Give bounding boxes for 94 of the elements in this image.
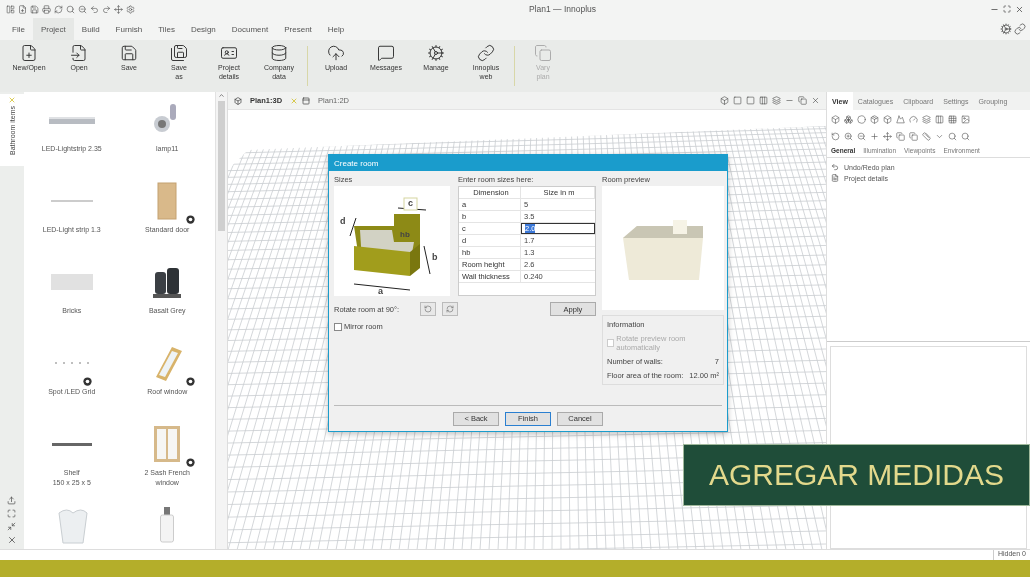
open-file-icon bbox=[70, 44, 88, 62]
new-file-icon bbox=[20, 44, 38, 62]
link-icon[interactable] bbox=[1014, 23, 1026, 35]
columns-icon[interactable] bbox=[935, 115, 944, 124]
copy-icon[interactable] bbox=[896, 132, 905, 141]
rotate-right-icon bbox=[446, 305, 454, 313]
close-icon[interactable] bbox=[7, 535, 17, 545]
menu-tab[interactable]: Design bbox=[182, 18, 224, 40]
rotate-left-icon bbox=[424, 305, 432, 313]
scrollbar[interactable] bbox=[215, 92, 227, 549]
circle-icon[interactable] bbox=[857, 115, 866, 124]
columns-icon[interactable] bbox=[759, 96, 768, 105]
rotate-icon[interactable] bbox=[831, 132, 840, 141]
redo-icon[interactable] bbox=[102, 4, 111, 14]
cube-icon[interactable] bbox=[883, 115, 892, 124]
dimension-label: a bbox=[378, 286, 383, 296]
restore-icon[interactable] bbox=[798, 96, 807, 105]
move-icon[interactable] bbox=[114, 4, 123, 14]
floppy-disks-icon bbox=[170, 44, 188, 62]
printer-icon[interactable] bbox=[42, 4, 51, 14]
move-icon[interactable] bbox=[883, 132, 892, 141]
square-icon[interactable] bbox=[746, 96, 755, 105]
message-icon bbox=[377, 44, 395, 62]
line-strip-icon bbox=[50, 200, 93, 202]
chevron-up-icon[interactable] bbox=[218, 92, 225, 99]
undo-icon[interactable] bbox=[90, 4, 99, 14]
menu-tab[interactable]: Document bbox=[223, 18, 277, 40]
menu-tab[interactable]: Build bbox=[73, 18, 108, 40]
link-icon bbox=[477, 44, 495, 62]
copy-icon bbox=[534, 44, 552, 62]
settings-icon[interactable] bbox=[126, 4, 135, 14]
frame-icon[interactable] bbox=[7, 509, 16, 518]
cube-icon[interactable] bbox=[831, 115, 840, 124]
image-icon[interactable] bbox=[961, 115, 970, 124]
rotate-right-button[interactable] bbox=[442, 302, 458, 316]
database-icon bbox=[270, 44, 288, 62]
window-title: Plan1 — Innoplus bbox=[527, 4, 598, 14]
gear-icon bbox=[427, 44, 445, 62]
gear-icon[interactable] bbox=[1000, 23, 1012, 35]
export-icon[interactable] bbox=[7, 496, 16, 505]
gear-icon bbox=[81, 376, 93, 387]
gauge-icon[interactable] bbox=[909, 115, 918, 124]
dimension-label: hb bbox=[400, 230, 410, 239]
menu-tab[interactable]: Present bbox=[276, 18, 320, 40]
menu-tab[interactable]: Project bbox=[32, 18, 74, 40]
cube-icon[interactable] bbox=[720, 96, 729, 105]
panel-icon[interactable] bbox=[6, 4, 15, 14]
zoom-out-icon[interactable] bbox=[857, 132, 866, 141]
rotate-left-button[interactable] bbox=[420, 302, 436, 316]
layers-icon[interactable] bbox=[772, 96, 781, 105]
plus-icon[interactable] bbox=[870, 132, 879, 141]
dimension-label: d bbox=[340, 216, 346, 226]
menu-tab[interactable]: Furnish bbox=[107, 18, 151, 40]
menu-tab[interactable]: File bbox=[4, 18, 33, 40]
document-icon bbox=[831, 174, 839, 182]
scrollbar-thumb[interactable] bbox=[218, 101, 225, 231]
dimension-label: c bbox=[408, 198, 413, 208]
cubes-icon[interactable] bbox=[844, 115, 853, 124]
menu-tab[interactable]: Tiles bbox=[150, 18, 183, 40]
caret-icon[interactable] bbox=[935, 132, 944, 141]
layers-icon[interactable] bbox=[922, 115, 931, 124]
bottle-icon bbox=[160, 507, 175, 543]
dimension-label: b bbox=[432, 252, 438, 262]
menu-tab[interactable]: Help bbox=[319, 18, 353, 40]
collapse-icon[interactable] bbox=[7, 522, 16, 531]
search-icon[interactable] bbox=[948, 132, 957, 141]
light-strip-icon bbox=[48, 116, 95, 124]
checkbox[interactable] bbox=[334, 322, 342, 331]
dialog-title: Create room bbox=[329, 155, 727, 171]
id-card-icon bbox=[220, 44, 238, 62]
copy-icon[interactable] bbox=[909, 132, 918, 141]
caption-banner: AGREGAR MEDIDAS bbox=[683, 444, 1030, 506]
square-icon bbox=[302, 96, 311, 105]
gear-icon bbox=[185, 376, 197, 387]
undo-icon bbox=[831, 163, 839, 171]
gear-icon bbox=[185, 214, 197, 225]
new-file-icon[interactable] bbox=[18, 4, 27, 14]
maximize-icon[interactable] bbox=[1003, 5, 1011, 13]
package-icon[interactable] bbox=[870, 115, 879, 124]
gear-icon bbox=[185, 457, 197, 468]
close-icon[interactable] bbox=[1015, 4, 1024, 14]
search-icon[interactable] bbox=[66, 4, 75, 14]
mountain-icon[interactable] bbox=[896, 115, 905, 124]
zoom-out-icon[interactable] bbox=[78, 4, 87, 14]
zoom-in-icon[interactable] bbox=[844, 132, 853, 141]
close-icon[interactable] bbox=[811, 96, 820, 105]
ruler-icon[interactable] bbox=[922, 132, 931, 141]
refresh-icon[interactable] bbox=[54, 4, 63, 14]
cube-icon bbox=[234, 96, 242, 105]
grid-icon[interactable] bbox=[948, 115, 957, 124]
cloud-upload-icon bbox=[327, 44, 345, 62]
shelf-icon bbox=[51, 442, 92, 446]
search-icon[interactable] bbox=[961, 132, 970, 141]
square-icon[interactable] bbox=[733, 96, 742, 105]
